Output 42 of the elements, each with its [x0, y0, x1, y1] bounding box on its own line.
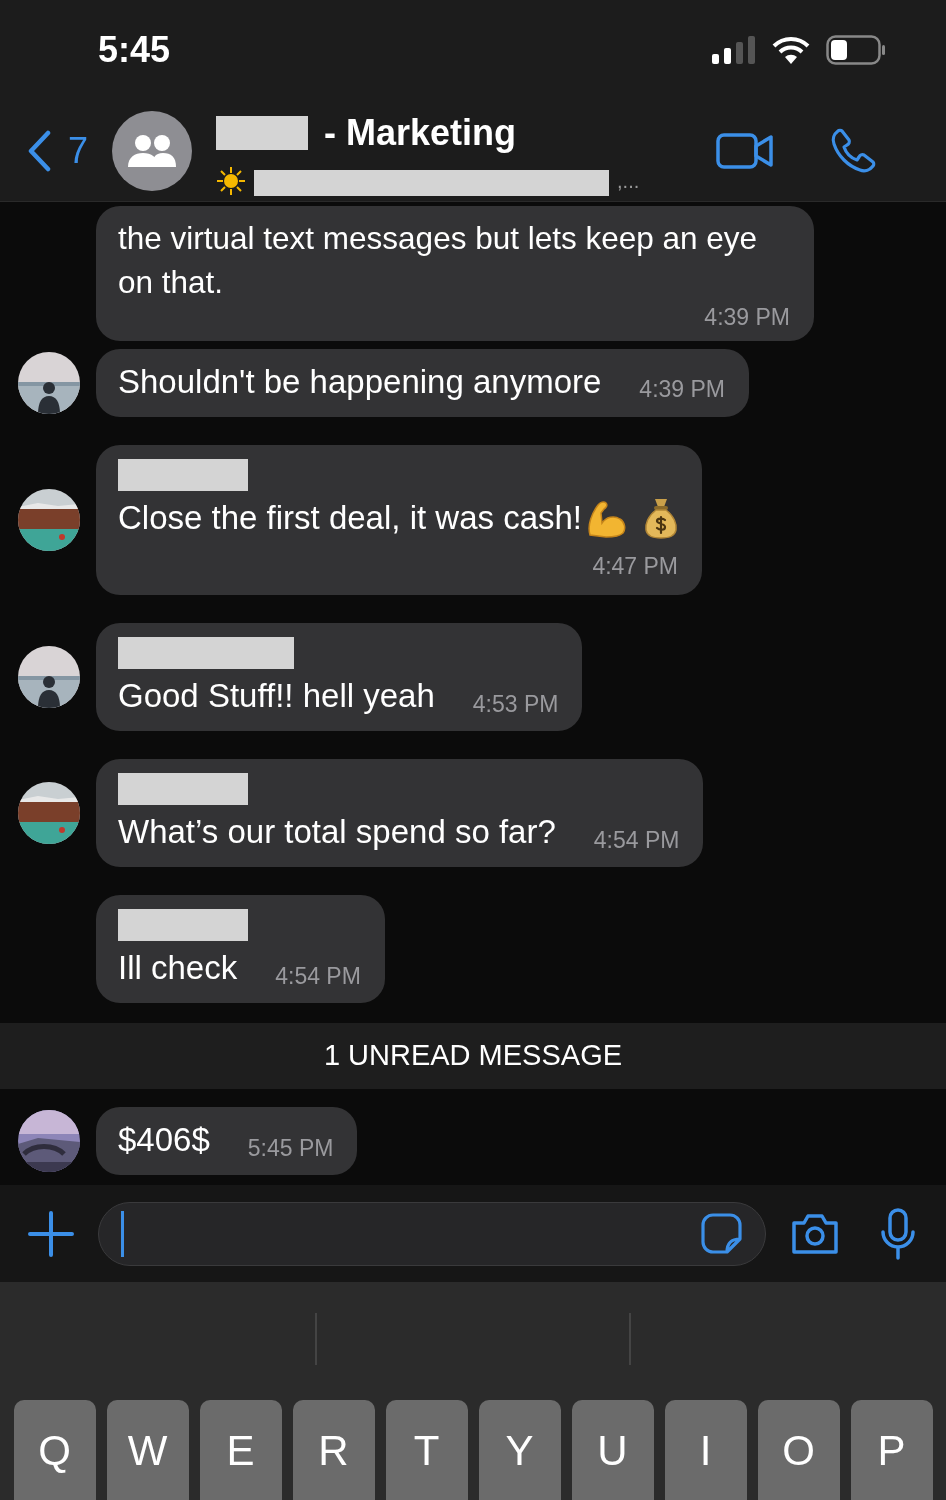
keyboard-key[interactable]: U [571, 1400, 654, 1500]
message-text: Close the first deal, it was cash! [118, 497, 583, 538]
wifi-icon [772, 36, 810, 64]
message-text: Ill check [118, 948, 238, 988]
keyboard-key[interactable]: O [757, 1400, 840, 1500]
group-icon [127, 133, 178, 168]
status-time: 5:45 [98, 28, 171, 72]
microphone-icon[interactable] [880, 1207, 916, 1260]
camera-icon[interactable] [790, 1212, 840, 1255]
back-icon [26, 129, 52, 172]
keyboard-key[interactable]: T [385, 1400, 468, 1500]
message-time: 4:47 PM [592, 551, 679, 581]
keyboard-key[interactable]: Q [13, 1400, 96, 1500]
chat-subtitle: ,... [617, 168, 640, 194]
back-button[interactable]: 7 [26, 123, 89, 178]
message-text: Good Stuff!! hell yeah [118, 676, 435, 716]
message-time: 4:39 PM [639, 375, 725, 404]
battery-icon [826, 35, 886, 65]
keyboard-key[interactable]: W [106, 1400, 189, 1500]
video-call-icon[interactable] [716, 130, 774, 171]
plus-icon[interactable] [28, 1210, 74, 1257]
signal-icon [712, 36, 756, 64]
money-bag-icon [644, 496, 679, 539]
message-text: Shouldn't be happening anymore [118, 361, 602, 402]
message-time: 5:45 PM [247, 1133, 334, 1163]
unread-label: 1 UNREAD MESSAGE [323, 1038, 623, 1074]
message-text: the virtual text messages but lets keep an eye on that. [118, 219, 759, 302]
message-time: 4:53 PM [472, 689, 559, 719]
message-text: What’s our total spend so far? [118, 812, 556, 852]
message-time: 4:54 PM [275, 961, 361, 991]
message-text: $406$ [118, 1120, 210, 1160]
chat-title: - Marketing [324, 110, 517, 155]
sticker-icon[interactable] [701, 1212, 743, 1255]
message-time: 4:39 PM [704, 303, 790, 332]
phone-icon[interactable] [830, 127, 876, 174]
keyboard-key[interactable]: P [850, 1400, 933, 1500]
keyboard-key[interactable]: Y [478, 1400, 561, 1500]
keyboard-key[interactable]: R [292, 1400, 375, 1500]
keyboard-key[interactable]: I [664, 1400, 747, 1500]
sun-icon [216, 165, 247, 196]
message-time: 4:54 PM [593, 825, 680, 855]
keyboard-key[interactable]: E [199, 1400, 282, 1500]
